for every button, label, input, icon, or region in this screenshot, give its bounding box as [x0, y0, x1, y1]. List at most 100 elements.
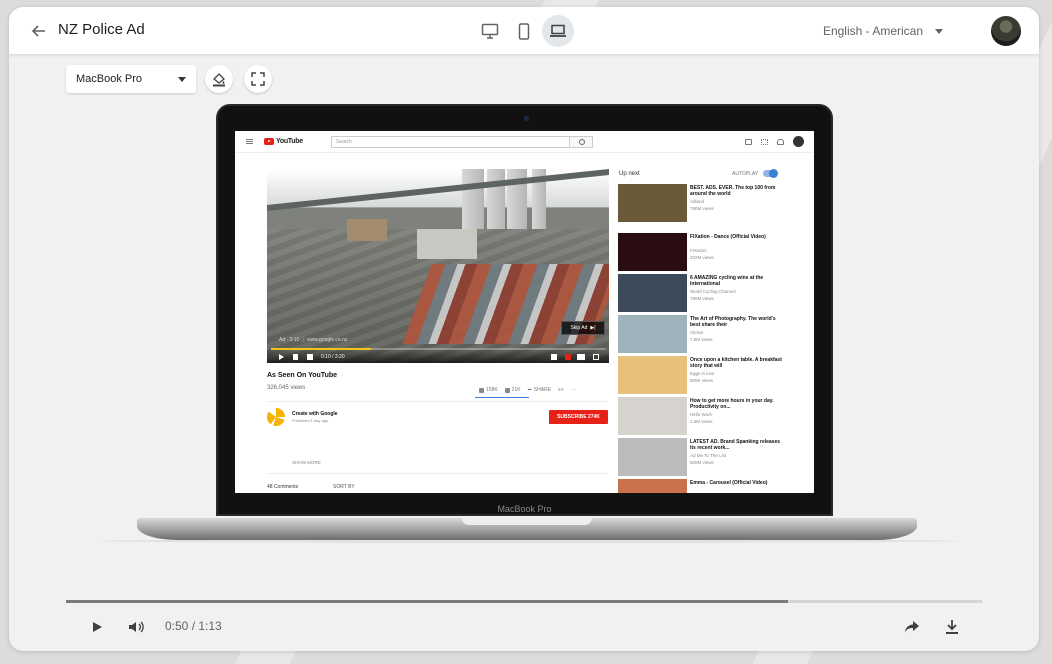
recommendation-title[interactable]: BEST. ADS. EVER. The top 100 from around…: [690, 185, 785, 197]
language-label: English - American: [822, 24, 923, 38]
recommendation-thumbnail[interactable]: [618, 356, 687, 394]
youtube-search-input[interactable]: Search: [331, 136, 570, 148]
laptop-notch: [462, 518, 592, 525]
autoplay-label: AUTOPLAY: [732, 171, 759, 177]
sort-by-button[interactable]: SORT BY: [333, 484, 355, 490]
skip-ad-label: Skip Ad: [570, 325, 588, 331]
recommendation-channel: Adland: [690, 199, 705, 204]
recommendation-channel: Clicker: [690, 330, 704, 335]
background-color-button[interactable]: [205, 65, 233, 93]
next-icon[interactable]: [293, 354, 298, 360]
recommendation-item[interactable]: The Art of Photography. The world's best…: [618, 315, 788, 353]
playback-time: 0:50 / 1:13: [165, 619, 222, 633]
recommendation-item[interactable]: BEST. ADS. EVER. The top 100 from around…: [618, 184, 788, 222]
recommendation-channel: Ad Me To The List: [690, 453, 727, 458]
recommendation-thumbnail[interactable]: [618, 184, 687, 222]
play-icon[interactable]: [279, 354, 284, 360]
recommendation-thumbnail[interactable]: [618, 315, 687, 353]
play-button[interactable]: [87, 617, 107, 637]
bell-icon[interactable]: [777, 138, 784, 145]
youtube-logo[interactable]: YouTube: [264, 138, 303, 145]
laptop-mode-button[interactable]: [542, 15, 574, 47]
playback-progress-fill: [66, 600, 788, 603]
recommendation-title[interactable]: The Art of Photography. The world's best…: [690, 316, 785, 328]
dislike-button[interactable]: 21K: [504, 387, 521, 393]
desktop-mode-button[interactable]: [474, 15, 506, 47]
hamburger-menu-icon[interactable]: [246, 139, 253, 144]
theater-mode-icon[interactable]: [577, 354, 585, 360]
subscribe-button[interactable]: SUBSCRIBE 274K: [549, 410, 608, 424]
search-icon[interactable]: [569, 136, 593, 148]
recommendation-item[interactable]: LATEST AD. Brand Spanking releases its r…: [618, 438, 788, 476]
more-options-button[interactable]: ···: [571, 387, 576, 393]
laptop-base: [137, 518, 917, 540]
recommendation-views: 780M views: [690, 296, 714, 301]
language-selector[interactable]: English - American: [823, 24, 943, 38]
device-model-value: MacBook Pro: [76, 73, 143, 85]
share-label: SHARE: [533, 387, 552, 393]
recommendation-channel: Eggs in love: [690, 371, 715, 376]
channel-avatar[interactable]: [267, 408, 285, 426]
skip-ad-button[interactable]: Skip Ad ▶|: [561, 321, 605, 335]
back-arrow-icon[interactable]: [29, 21, 49, 41]
video-player[interactable]: Ad · 3:10 ⓘ www.google.co.nz Skip Ad ▶| …: [267, 169, 609, 363]
youtube-header: YouTube Search: [235, 131, 814, 153]
recommendation-thumbnail[interactable]: [618, 438, 687, 476]
recommendation-item[interactable]: Once upon a kitchen table. A breakfast s…: [618, 356, 788, 394]
recommendation-thumbnail[interactable]: [618, 274, 687, 312]
fullscreen-button[interactable]: [244, 65, 272, 93]
chevron-down-icon: [935, 28, 943, 34]
subtitles-icon[interactable]: [551, 354, 557, 360]
show-more-link[interactable]: SHOW MORE: [292, 460, 321, 465]
recommendation-item[interactable]: How to get more hours in your day. Produ…: [618, 397, 788, 435]
volume-icon: [129, 621, 144, 633]
recommendation-views: 500M views: [690, 460, 714, 465]
recommendation-title[interactable]: Once upon a kitchen table. A breakfast s…: [690, 357, 785, 369]
add-to-playlist-button[interactable]: ≡+: [558, 387, 564, 393]
volume-button[interactable]: [126, 617, 146, 637]
recommendation-title[interactable]: LATEST AD. Brand Spanking releases its r…: [690, 439, 785, 451]
recommendation-item[interactable]: Emma - Carousel (Official Video)Flat Rec…: [618, 479, 788, 493]
recommendation-item[interactable]: FIXation - Dance (Official Video) FIXatio…: [618, 233, 788, 271]
thumbs-up-icon: [479, 387, 484, 393]
recommendation-thumbnail[interactable]: [618, 233, 687, 271]
comments-count: 48 Comments: [267, 484, 299, 490]
autoplay-toggle[interactable]: [763, 169, 778, 178]
user-avatar[interactable]: [991, 16, 1021, 46]
volume-icon[interactable]: [307, 354, 313, 360]
like-button[interactable]: 158K: [479, 387, 498, 393]
fullscreen-icon[interactable]: [593, 354, 599, 360]
recommendation-thumbnail[interactable]: [618, 479, 687, 493]
settings-gear-icon[interactable]: [565, 354, 571, 360]
apps-grid-icon[interactable]: [761, 138, 768, 145]
divider: [267, 401, 608, 402]
thumbs-down-icon: [504, 387, 510, 393]
playback-progress-bar[interactable]: [66, 600, 982, 603]
recommendation-title[interactable]: How to get more hours in your day. Produ…: [690, 398, 785, 410]
share-button[interactable]: ➦ SHARE: [528, 387, 551, 393]
video-title: As Seen On YouTube: [267, 372, 338, 379]
phone-icon: [518, 22, 530, 40]
share-button[interactable]: [902, 617, 922, 637]
recommendation-thumbnail[interactable]: [618, 397, 687, 435]
share-arrow-icon: ➦: [527, 387, 532, 393]
chevron-down-icon: [178, 77, 186, 82]
camera-icon: [524, 116, 529, 121]
video-views: 326,045 views: [267, 385, 306, 391]
recommendation-title[interactable]: FIXation - Dance (Official Video): [690, 234, 785, 240]
recommendation-channel: Hello Work: [690, 412, 712, 417]
page-title: NZ Police Ad: [58, 21, 145, 38]
device-model-select[interactable]: MacBook Pro: [66, 65, 196, 93]
playlist-add-icon: ≡+: [558, 387, 564, 393]
phone-mode-button[interactable]: [508, 15, 540, 47]
more-horizontal-icon: ···: [570, 387, 576, 393]
youtube-avatar[interactable]: [793, 136, 804, 147]
download-button[interactable]: [942, 617, 962, 637]
channel-name[interactable]: Create with Google: [292, 411, 338, 417]
recommendation-title[interactable]: Emma - Carousel (Official Video): [690, 480, 785, 486]
recommendation-item[interactable]: 6 AMAZING cycling wins at the internatio…: [618, 274, 788, 312]
recommendation-title[interactable]: 6 AMAZING cycling wins at the internatio…: [690, 275, 785, 287]
recommendation-views: 7.5M views: [690, 337, 713, 342]
video-building: [417, 229, 477, 259]
video-camera-icon[interactable]: [745, 138, 752, 145]
